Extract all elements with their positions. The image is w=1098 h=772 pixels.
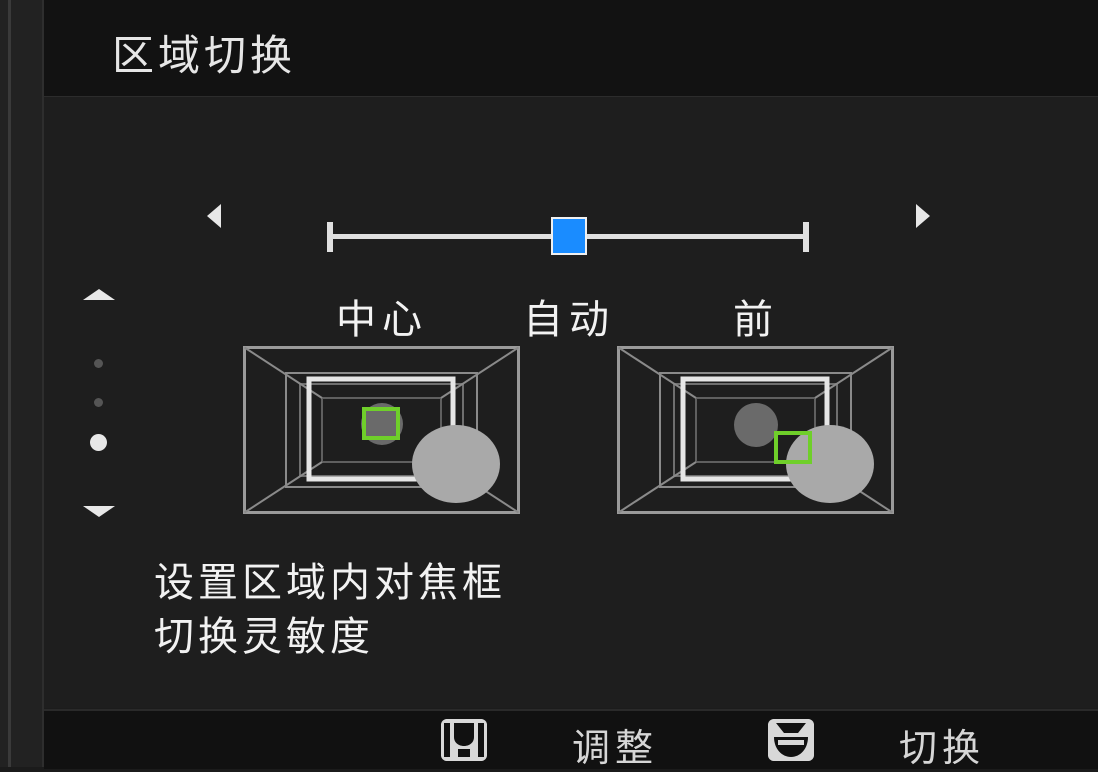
option-label-center[interactable]: 中心 (336, 287, 428, 345)
option-label-front[interactable]: 前 (733, 287, 779, 345)
page-indicator-dot (94, 398, 103, 407)
page-title: 区域切换 (112, 31, 297, 80)
slider-cap-right (803, 222, 809, 252)
slider-cap-left (327, 222, 333, 252)
front-focus-illustration (617, 346, 894, 514)
page-indicator-dot (94, 359, 103, 368)
left-arrow-icon[interactable] (207, 204, 221, 228)
side-edge-bar (8, 0, 11, 767)
footer-bar: 调整 切换 (44, 709, 1098, 770)
description-line-2: 切换灵敏度 (154, 614, 374, 660)
down-arrow-icon[interactable] (83, 506, 115, 517)
up-arrow-icon[interactable] (83, 289, 115, 300)
settings-screen: 区域切换 中心 自动 前 设置区域内对焦框 切换灵敏度 调整 切换 (0, 0, 1098, 770)
right-arrow-icon[interactable] (916, 204, 930, 228)
switch-label: 切换 (899, 726, 986, 770)
setting-description: 设置区域内对焦框 切换灵敏度 (154, 556, 506, 664)
center-focus-illustration (243, 346, 520, 514)
page-indicator-dot-active (90, 434, 107, 451)
option-label-auto[interactable]: 自动 (523, 287, 615, 345)
adjust-label: 调整 (572, 726, 659, 770)
side-edge (0, 0, 44, 767)
slider-thumb[interactable] (550, 217, 587, 255)
up-down-dial-icon (768, 719, 814, 761)
left-right-dial-icon (441, 719, 487, 761)
header: 区域切换 (44, 0, 1098, 97)
description-line-1: 设置区域内对焦框 (154, 560, 506, 606)
